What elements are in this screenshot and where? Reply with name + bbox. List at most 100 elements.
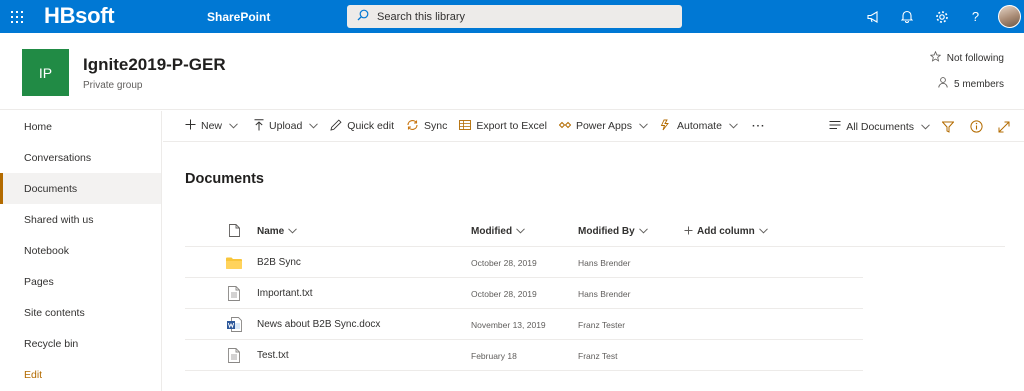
automate-button[interactable]: Automate [656,111,742,142]
follow-button[interactable]: Not following [929,50,1004,65]
chevron-down-icon [516,226,525,237]
file-modified-by[interactable]: Franz Test [578,340,618,371]
file-name[interactable]: Test.txt [257,340,289,371]
table-row[interactable]: Important.txt October 28, 2019 Hans Bren… [185,278,863,309]
waffle-icon[interactable] [0,0,33,33]
site-title[interactable]: Ignite2019-P-GER [83,55,226,75]
new-label: New [201,120,223,132]
file-modified-by[interactable]: Franz Tester [578,309,625,340]
plus-icon [185,119,196,133]
search-box[interactable]: Search this library [347,5,682,28]
nav-item-site-contents[interactable]: Site contents [0,297,161,328]
person-icon [938,77,948,91]
upload-button[interactable]: Upload [250,111,322,142]
power-apps-label: Power Apps [575,120,632,132]
chevron-down-icon [309,120,319,132]
automate-icon [660,119,672,134]
table-row[interactable]: News about B2B Sync.docx November 13, 20… [185,309,863,340]
name-column-label: Name [257,226,285,237]
file-name[interactable]: News about B2B Sync.docx [257,309,380,340]
nav-edit-link[interactable]: Edit [0,359,161,390]
site-header: IP Ignite2019-P-GER Private group Not fo… [0,33,1024,110]
quick-edit-label: Quick edit [347,120,394,132]
suite-bar: HBsoft SharePoint Search this library ? [0,0,1024,33]
chevron-down-icon [229,120,238,132]
nav-item-home[interactable]: Home [0,111,161,142]
follow-label: Not following [946,52,1004,64]
chevron-down-icon [729,120,738,132]
left-navigation: Home Conversations Documents Shared with… [0,111,162,391]
file-modified-by[interactable]: Hans Brender [578,278,630,309]
file-modified: November 13, 2019 [471,319,546,330]
more-commands-button[interactable]: ··· [748,111,770,142]
file-modified-by[interactable]: Hans Brender [578,247,630,278]
file-name[interactable]: B2B Sync [257,247,301,278]
search-placeholder: Search this library [377,10,466,23]
upload-label: Upload [269,120,303,132]
site-logo[interactable]: IP [22,49,69,96]
sync-button[interactable]: Sync [402,111,451,142]
gear-icon[interactable] [925,0,958,33]
nav-item-recycle-bin[interactable]: Recycle bin [0,328,161,359]
file-modified: October 28, 2019 [471,257,537,268]
list-header-row: Name Modified Modified By Add column [185,216,1005,247]
add-column-label: Add column [697,226,755,237]
power-apps-icon [558,120,572,133]
nav-item-conversations[interactable]: Conversations [0,142,161,173]
pencil-icon [330,118,342,134]
command-bar: New Upload Quick edit Sync Export to Exc… [163,111,1024,142]
view-switcher[interactable]: All Documents [825,111,934,142]
new-button[interactable]: New [181,111,242,142]
file-name[interactable]: Important.txt [257,278,313,309]
modified-column-header[interactable]: Modified [471,216,525,247]
chevron-down-icon [638,226,648,237]
site-subtitle: Private group [83,80,143,91]
document-icon [228,223,240,240]
command-bar-right: All Documents [825,111,1024,142]
file-type-column-header[interactable] [223,216,245,247]
document-list: Name Modified Modified By Add column B2B… [185,216,1005,371]
search-icon [357,9,369,24]
modified-by-column-label: Modified By [578,226,635,237]
modified-column-label: Modified [471,226,513,237]
folder-icon [223,247,245,278]
sync-label: Sync [423,120,448,132]
table-row[interactable]: Test.txt February 18 Franz Test [185,340,863,371]
automate-label: Automate [677,120,722,132]
brand-name[interactable]: HBsoft [44,3,115,29]
plus-icon [684,226,693,238]
file-modified: February 18 [471,350,517,361]
nav-item-pages[interactable]: Pages [0,266,161,297]
quick-edit-button[interactable]: Quick edit [326,111,398,142]
modified-by-column-header[interactable]: Modified By [578,216,648,247]
chevron-down-icon [639,120,648,132]
sync-icon [406,119,419,134]
avatar[interactable] [998,5,1021,28]
power-apps-button[interactable]: Power Apps [555,111,652,142]
app-name[interactable]: SharePoint [207,10,270,24]
members-label: 5 members [953,78,1004,90]
table-row[interactable]: B2B Sync October 28, 2019 Hans Brender [185,247,863,278]
megaphone-icon[interactable] [857,0,890,33]
text-file-icon [223,340,245,371]
nav-item-notebook[interactable]: Notebook [0,235,161,266]
filter-icon[interactable] [934,111,962,142]
expand-icon[interactable] [990,111,1018,142]
file-modified: October 28, 2019 [471,288,537,299]
help-icon[interactable]: ? [959,0,992,33]
chevron-down-icon [921,121,930,133]
info-icon[interactable] [962,111,990,142]
nav-item-shared-with-us[interactable]: Shared with us [0,204,161,235]
nav-item-documents[interactable]: Documents [0,173,161,204]
view-list-icon [829,120,841,133]
text-file-icon [223,278,245,309]
bell-icon[interactable] [890,0,923,33]
star-icon [929,50,942,65]
add-column-button[interactable]: Add column [684,216,768,247]
view-label: All Documents [846,120,914,133]
export-to-excel-button[interactable]: Export to Excel [455,111,551,142]
word-file-icon [223,309,245,340]
name-column-header[interactable]: Name [257,216,298,247]
members-button[interactable]: 5 members [938,77,1004,91]
export-label: Export to Excel [476,120,547,132]
